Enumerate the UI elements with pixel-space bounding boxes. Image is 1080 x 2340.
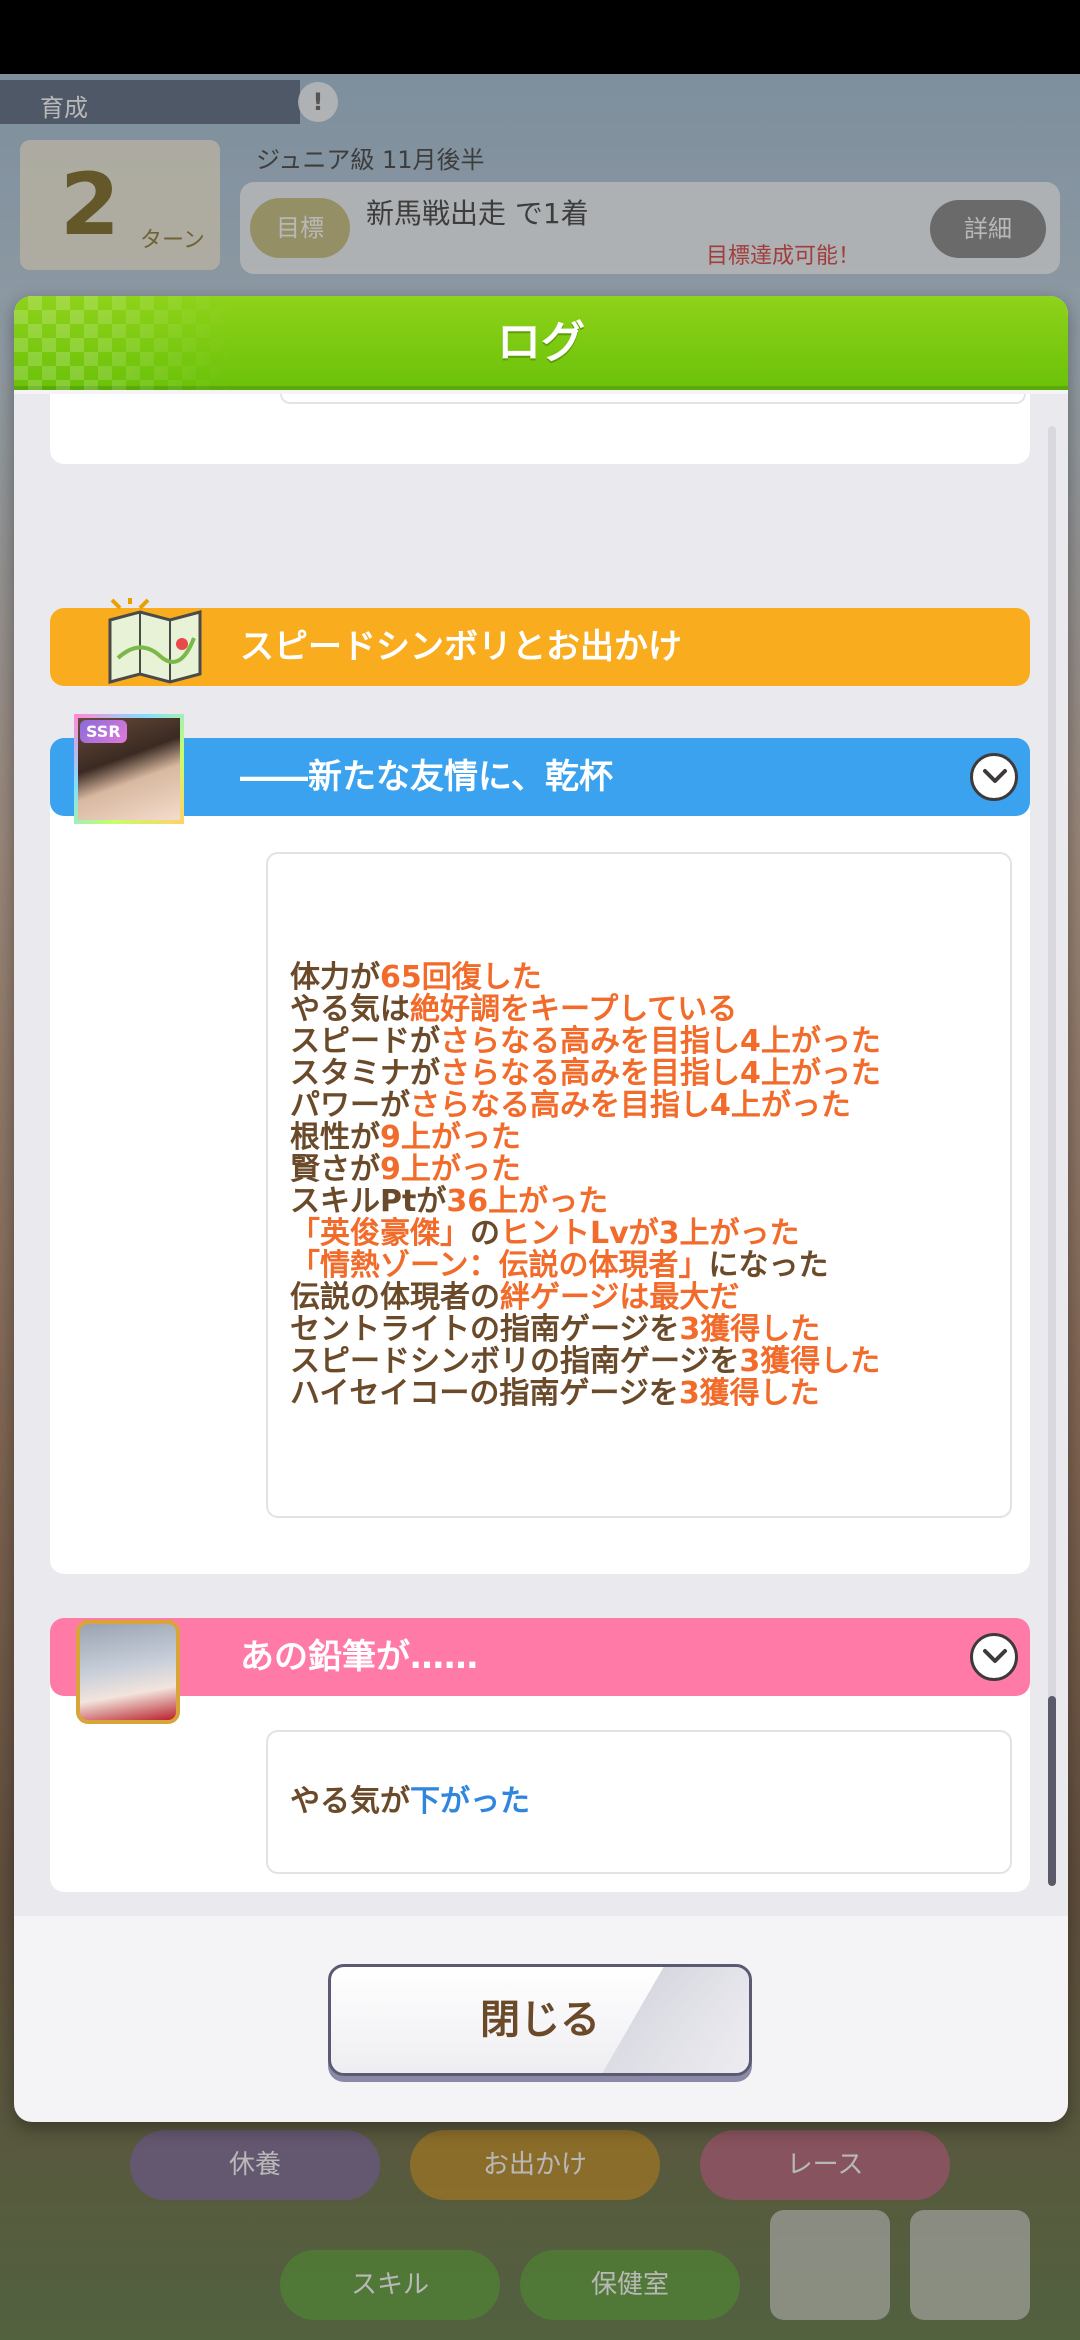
- log-text-segment: スキルPtが: [290, 1184, 447, 1219]
- scrollbar-thumb[interactable]: [1048, 1696, 1056, 1886]
- log-text-segment: さらなる高みを目指し4上がった: [410, 1088, 851, 1123]
- log-text-segment: 3獲得した: [739, 1344, 881, 1379]
- event-text-box-friendship: 体力が65回復した やる気は絶好調をキープしている スピードがさらなる高みを目指し4…: [266, 852, 1012, 1518]
- event-bar-friendship[interactable]: ――新たな友情に、乾杯: [50, 738, 1030, 816]
- log-text-segment: パワーが: [290, 1088, 410, 1123]
- log-line: 伝説の体現者の絆ゲージは最大だ: [290, 1282, 1010, 1314]
- map-icon: [108, 598, 202, 684]
- log-text-segment: スピードが: [290, 1024, 440, 1059]
- log-dialog: ログ スピードシンボリとお出かけ 体力が65回復した やる気は絶好調をキープしてい…: [14, 296, 1068, 2122]
- event-bar-pencil[interactable]: あの鉛筆が……: [50, 1618, 1030, 1696]
- close-button[interactable]: 閉じる: [328, 1964, 752, 2076]
- close-button-label: 閉じる: [480, 1997, 600, 2043]
- log-text-segment: 9上がった: [380, 1120, 521, 1155]
- event-title-pencil: あの鉛筆が……: [240, 1637, 478, 1677]
- character-avatar: [76, 1620, 180, 1724]
- log-text-segment: 絶好調をキープしている: [410, 992, 738, 1027]
- log-text-segment: 下がった: [410, 1784, 530, 1819]
- log-text-segment: 「英俊豪傑」: [290, 1216, 470, 1251]
- event-title-outing: スピードシンボリとお出かけ: [240, 627, 682, 667]
- dialog-header: ログ: [14, 296, 1068, 390]
- previous-log-card: [50, 394, 1030, 464]
- event-bar-outing: スピードシンボリとお出かけ: [50, 598, 1030, 686]
- log-line: パワーがさらなる高みを目指し4上がった: [290, 1090, 1010, 1122]
- log-line: スタミナがさらなる高みを目指し4上がった: [290, 1058, 1010, 1090]
- log-text-segment: ハイセイコーの指南ゲージを: [290, 1376, 679, 1411]
- log-text-segment: の: [470, 1216, 500, 1251]
- log-line: 根性が9上がった: [290, 1122, 1010, 1154]
- log-text-segment: やる気は: [290, 992, 410, 1027]
- log-text-segment: さらなる高みを目指し4上がった: [440, 1056, 881, 1091]
- log-line: 賢さが9上がった: [290, 1154, 1010, 1186]
- previous-log-text-box: [280, 394, 1026, 404]
- log-text-segment: 絆ゲージは最大だ: [500, 1280, 740, 1315]
- log-line: スピードがさらなる高みを目指し4上がった: [290, 1026, 1010, 1058]
- log-text-segment: 賢さが: [290, 1152, 380, 1187]
- collapse-toggle[interactable]: [970, 1633, 1018, 1681]
- chevron-down-icon: [983, 769, 1007, 783]
- log-line: スキルPtが36上がった: [290, 1186, 1010, 1218]
- log-text-segment: 36上がった: [446, 1184, 609, 1219]
- log-line: 「情熱ゾーン：伝説の体現者」になった: [290, 1250, 1010, 1282]
- event-log-lines: やる気が下がった: [290, 1786, 1010, 1818]
- log-text-segment: 3獲得した: [678, 1376, 820, 1411]
- scrollbar-track[interactable]: [1048, 426, 1056, 1886]
- log-line: やる気は絶好調をキープしている: [290, 994, 1010, 1026]
- log-text-segment: ヒントLvが3上がった: [500, 1216, 800, 1251]
- log-text-segment: 「情熱ゾーン：伝説の体現者」: [290, 1248, 709, 1283]
- log-text-segment: やる気が: [290, 1784, 410, 1819]
- event-title-friendship: ――新たな友情に、乾杯: [240, 757, 613, 797]
- log-text-segment: 根性が: [290, 1120, 380, 1155]
- event-text-box-pencil: やる気が下がった: [266, 1730, 1012, 1874]
- log-text-segment: さらなる高みを目指し4上がった: [440, 1024, 881, 1059]
- log-text-segment: 伝説の体現者の: [290, 1280, 500, 1315]
- log-line: ハイセイコーの指南ゲージを3獲得した: [290, 1378, 1010, 1410]
- log-line: 体力が65回復した: [290, 962, 1010, 994]
- collapse-toggle[interactable]: [970, 753, 1018, 801]
- log-text-segment: スピードシンボリの指南ゲージを: [290, 1344, 740, 1379]
- support-card-avatar: SSR: [74, 714, 184, 824]
- event-log-lines: 体力が65回復した やる気は絶好調をキープしている スピードがさらなる高みを目指し4…: [290, 962, 1010, 1410]
- log-text-segment: 体力が: [290, 960, 380, 995]
- log-line: セントライトの指南ゲージを3獲得した: [290, 1314, 1010, 1346]
- log-scroll-area[interactable]: スピードシンボリとお出かけ 体力が65回復した やる気は絶好調をキープしている スピ…: [14, 394, 1068, 1916]
- log-line: スピードシンボリの指南ゲージを3獲得した: [290, 1346, 1010, 1378]
- log-text-segment: スタミナが: [290, 1056, 440, 1091]
- status-bar: [0, 0, 1080, 74]
- log-text-segment: 65回復した: [380, 960, 542, 995]
- log-text-segment: 9上がった: [380, 1152, 521, 1187]
- log-text-segment: セントライトの指南ゲージを: [290, 1312, 680, 1347]
- event-card-friendship: 体力が65回復した やる気は絶好調をキープしている スピードがさらなる高みを目指し4…: [50, 774, 1030, 1574]
- log-line: 「英俊豪傑」のヒントLvが3上がった: [290, 1218, 1010, 1250]
- dialog-title: ログ: [497, 317, 585, 368]
- chevron-down-icon: [983, 1649, 1007, 1663]
- log-text-segment: 3獲得した: [679, 1312, 821, 1347]
- log-text-segment: になった: [708, 1248, 829, 1283]
- log-line: やる気が下がった: [290, 1786, 1010, 1818]
- ssr-badge: SSR: [80, 720, 127, 743]
